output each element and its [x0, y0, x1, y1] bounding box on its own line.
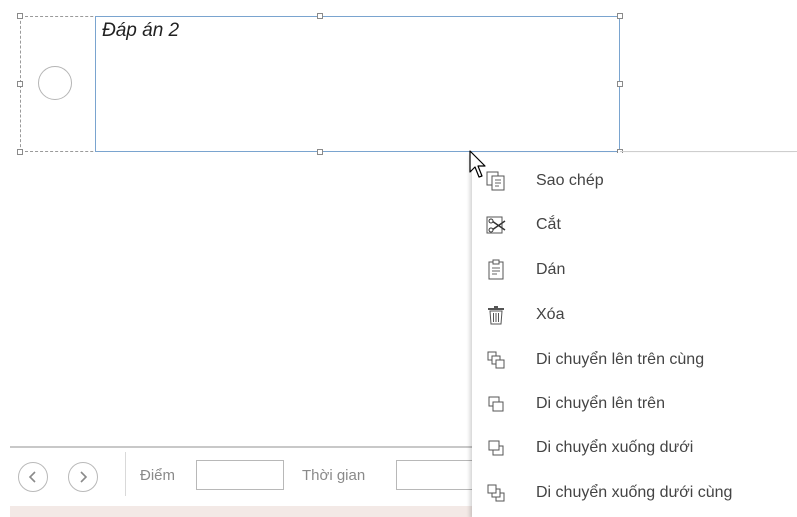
bring-forward-icon [484, 392, 508, 416]
send-backward-icon [484, 436, 508, 460]
next-button[interactable] [68, 462, 98, 492]
menu-item-copy[interactable]: Sao chép [472, 159, 797, 203]
score-input[interactable] [196, 460, 284, 490]
cut-icon [484, 213, 508, 237]
divider-line [620, 151, 797, 152]
resize-handle-right-middle[interactable] [617, 81, 623, 87]
answer-radio-circle[interactable] [38, 66, 72, 100]
menu-item-label: Sao chép [536, 172, 604, 189]
slide-canvas: Đáp án 2 Điểm Thời gian Sao chép Cắt Dán… [0, 0, 797, 517]
chevron-right-icon [80, 471, 88, 483]
answer-label: Đáp án 2 [102, 20, 180, 41]
menu-item-label: Di chuyển lên trên cùng [536, 351, 705, 368]
delete-icon [484, 303, 508, 327]
menu-item-label: Dán [536, 261, 566, 278]
resize-handle-top-right[interactable] [617, 13, 623, 19]
menu-item-label: Xóa [536, 306, 565, 323]
resize-handle-bottom-middle[interactable] [317, 149, 323, 155]
menu-item-paste[interactable]: Dán [472, 248, 797, 292]
menu-item-bring-to-front[interactable]: Di chuyển lên trên cùng [472, 338, 797, 382]
menu-item-delete[interactable]: Xóa [472, 293, 797, 337]
menu-item-label: Cắt [536, 216, 561, 233]
resize-handle-top-middle[interactable] [317, 13, 323, 19]
resize-handle-top-left[interactable] [17, 13, 23, 19]
menu-item-send-to-back[interactable]: Di chuyển xuống dưới cùng [472, 471, 797, 515]
bring-to-front-icon [484, 348, 508, 372]
menu-item-label: Di chuyển xuống dưới cùng [536, 484, 733, 501]
bottom-strip [10, 506, 480, 517]
mouse-cursor-icon [469, 150, 486, 178]
context-menu: Sao chép Cắt Dán Xóa Di chuyển lên trên … [472, 153, 797, 517]
previous-button[interactable] [18, 462, 48, 492]
menu-item-label: Di chuyển xuống dưới [536, 439, 694, 456]
chevron-left-icon [28, 471, 36, 483]
menu-item-bring-forward[interactable]: Di chuyển lên trên [472, 382, 797, 426]
time-label: Thời gian [302, 467, 366, 484]
send-to-back-icon [484, 481, 508, 505]
paste-icon [484, 258, 508, 282]
resize-handle-left-middle[interactable] [17, 81, 23, 87]
time-input[interactable] [396, 460, 476, 490]
toolbar-separator [125, 452, 126, 496]
menu-item-label: Di chuyển lên trên [536, 395, 665, 412]
resize-handle-bottom-left[interactable] [17, 149, 23, 155]
menu-item-cut[interactable]: Cắt [472, 203, 797, 247]
menu-item-send-backward[interactable]: Di chuyển xuống dưới [472, 426, 797, 470]
score-label: Điểm [140, 467, 176, 484]
